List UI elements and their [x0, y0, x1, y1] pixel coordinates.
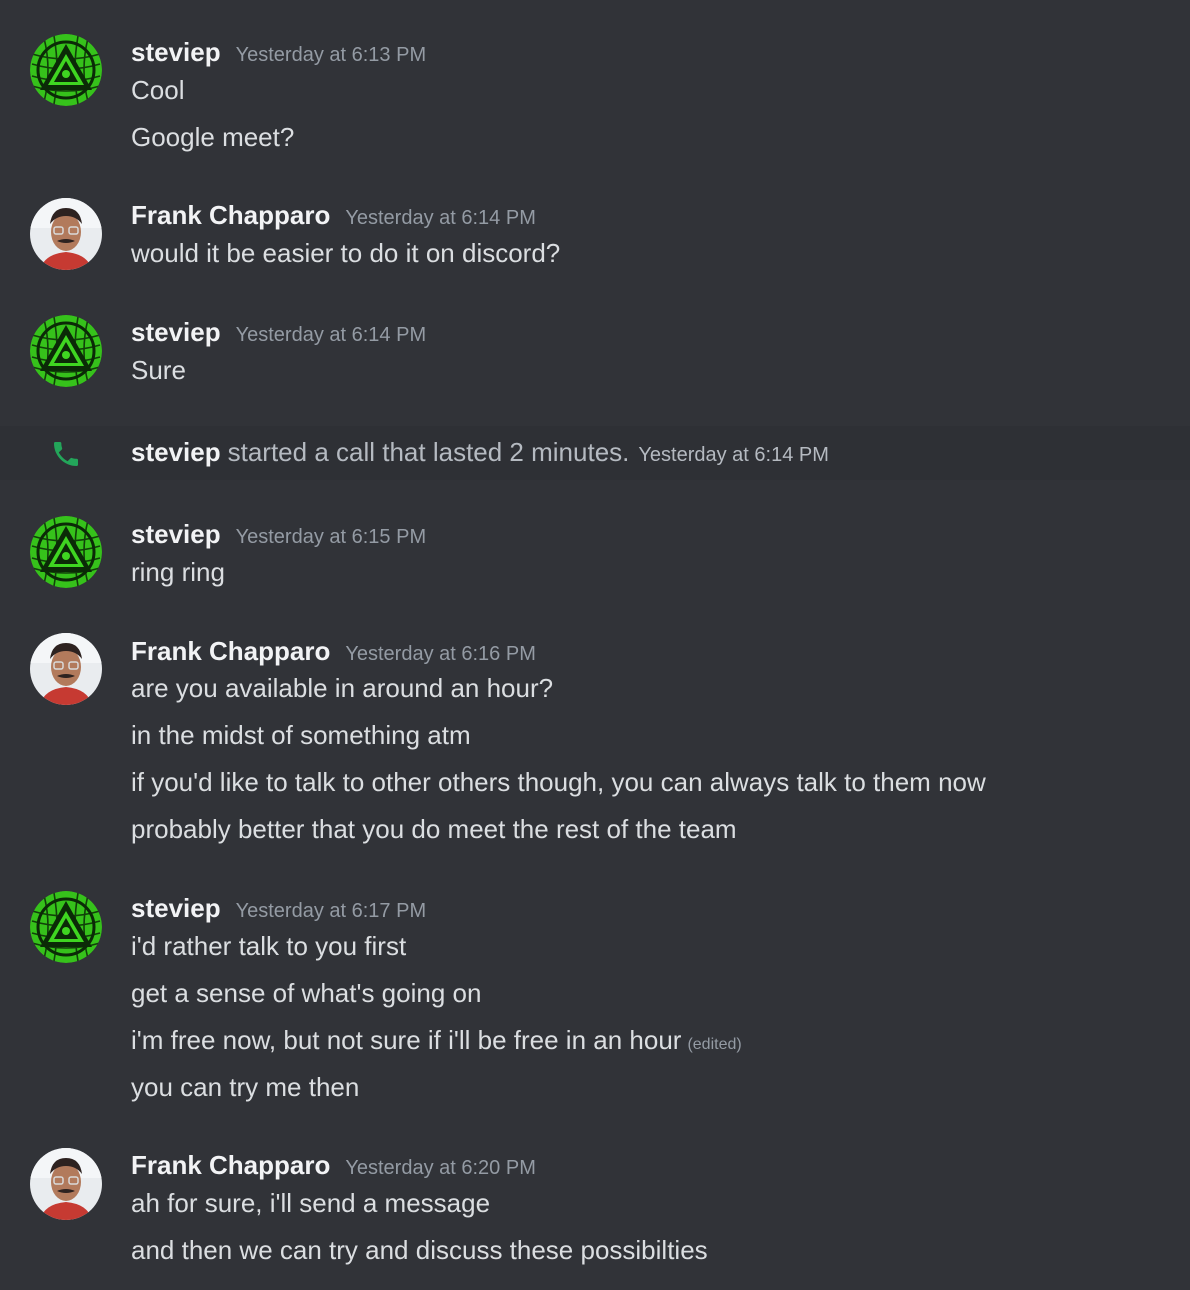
avatar[interactable] [30, 1148, 102, 1220]
message-timestamp: Yesterday at 6:15 PM [235, 526, 427, 548]
username[interactable]: steviep [131, 890, 221, 926]
message-text: are you available in around an hour? [131, 673, 554, 703]
portrait-photo-avatar [30, 633, 102, 705]
green-triangle-emblem-avatar [30, 891, 102, 963]
message-text: ah for sure, i'll send a message [131, 1188, 491, 1218]
username[interactable]: Frank Chapparo [131, 1147, 330, 1183]
message-text: get a sense of what's going on [131, 978, 482, 1008]
message-timestamp: Yesterday at 6:17 PM [235, 900, 427, 922]
message-text: in the midst of something atm [131, 720, 471, 750]
edited-label: (edited) [687, 1036, 742, 1053]
message-text: Google meet? [131, 122, 295, 152]
message-text: and then we can try and discuss these po… [131, 1235, 708, 1265]
username[interactable]: steviep [131, 516, 221, 552]
message-timestamp: Yesterday at 6:16 PM [345, 643, 536, 665]
portrait-photo-avatar [30, 198, 102, 270]
portrait-photo-avatar [30, 1148, 102, 1220]
message-text: would it be easier to do it on discord? [131, 238, 561, 268]
message-timestamp: Yesterday at 6:13 PM [235, 44, 427, 66]
message-text: i'd rather talk to you first [131, 931, 407, 961]
message-text: if you'd like to talk to other others th… [131, 767, 986, 797]
call-description: started a call that lasted 2 minutes. [227, 437, 630, 467]
avatar[interactable] [30, 516, 102, 588]
call-event-row: steviep started a call that lasted 2 min… [0, 426, 1190, 480]
message-text: you can try me then [131, 1072, 360, 1102]
green-triangle-emblem-avatar [30, 34, 102, 106]
chat-message-list: steviep Yesterday at 6:13 PM Cool Google… [0, 0, 1190, 1290]
phone-icon [50, 438, 82, 470]
username[interactable]: steviep [131, 314, 221, 350]
message-timestamp: Yesterday at 6:14 PM [345, 207, 536, 229]
message-timestamp: Yesterday at 6:20 PM [345, 1157, 536, 1179]
green-triangle-emblem-avatar [30, 315, 102, 387]
message-text: Cool [131, 75, 185, 105]
avatar[interactable] [30, 633, 102, 705]
message-text: i'm free now, but not sure if i'll be fr… [131, 1025, 682, 1055]
message-text: ring ring [131, 557, 225, 587]
message-text-edited: i'm free now, but not sure if i'll be fr… [131, 1022, 742, 1063]
message-text: Sure [131, 355, 186, 385]
avatar[interactable] [30, 198, 102, 270]
avatar[interactable] [30, 34, 102, 106]
message-timestamp: Yesterday at 6:14 PM [235, 324, 427, 346]
avatar[interactable] [30, 891, 102, 963]
call-timestamp: Yesterday at 6:14 PM [638, 444, 829, 466]
avatar[interactable] [30, 315, 102, 387]
username[interactable]: steviep [131, 34, 221, 70]
message-text: probably better that you do meet the res… [131, 814, 737, 844]
username[interactable]: Frank Chapparo [131, 633, 330, 669]
green-triangle-emblem-avatar [30, 516, 102, 588]
call-username[interactable]: steviep [131, 434, 221, 470]
username[interactable]: Frank Chapparo [131, 197, 330, 233]
